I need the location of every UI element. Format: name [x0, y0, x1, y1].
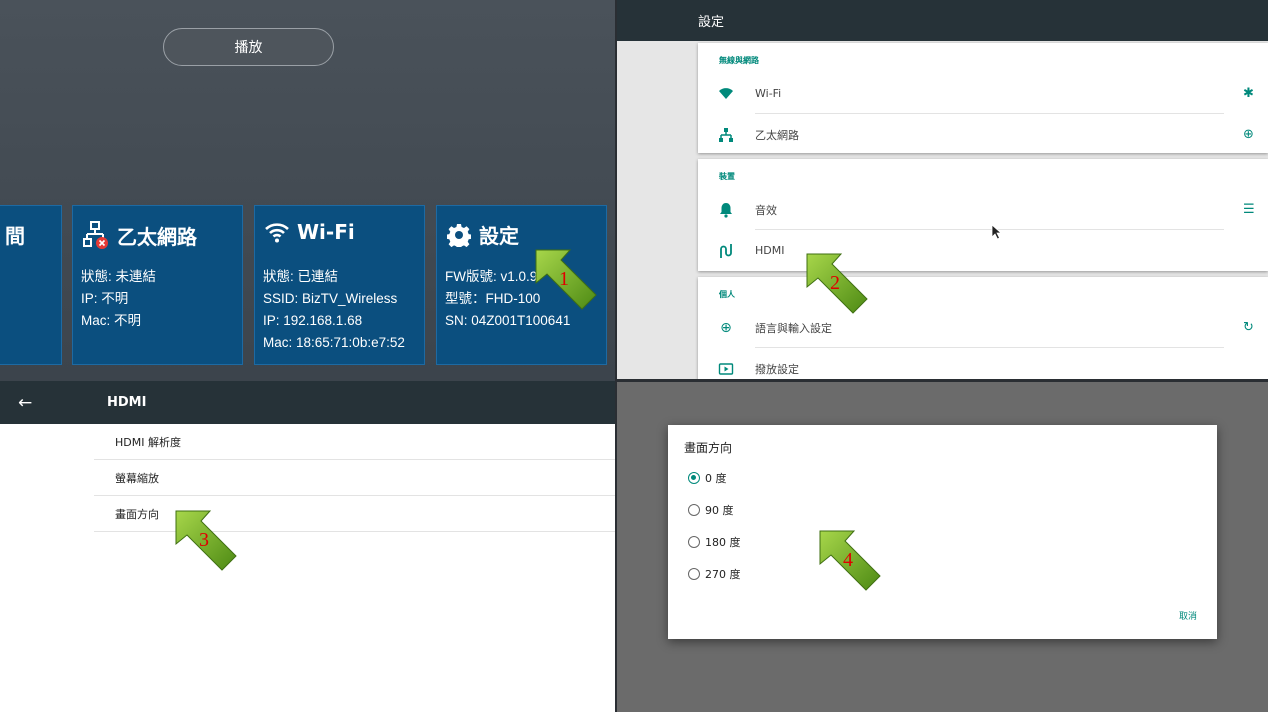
tile-wifi-info: 狀態: 已連結 SSID: BizTV_Wireless IP: 192.168… [263, 266, 405, 354]
play-button[interactable]: 播放 [163, 28, 334, 66]
annotation-number-2: 2 [830, 272, 840, 294]
globe-icon[interactable]: ⊕ [1243, 127, 1254, 142]
bluetooth-icon[interactable]: ✱ [1243, 86, 1254, 101]
section-device-header: 裝置 [719, 172, 735, 181]
ethernet-status: 狀態: 未連結 [81, 269, 157, 284]
hdmi-title: HDMI [107, 395, 147, 410]
annotation-number-1: 1 [559, 268, 569, 290]
radio-icon[interactable] [688, 504, 700, 516]
mouse-cursor-icon [991, 224, 1003, 240]
settings-item-language-label: 語言與輸入設定 [755, 321, 832, 335]
section-device: 裝置 音效 ☰ HDMI [698, 159, 1268, 271]
section-personal: 個人 ⊕ 語言與輸入設定 ↻ 撥放設定 [698, 277, 1268, 381]
tile-ethernet[interactable]: 乙太網路 狀態: 未連結 IP: 不明 Mac: 不明 [72, 205, 243, 365]
option-180[interactable]: 180 度 [688, 534, 741, 550]
settings-item-playback[interactable]: 撥放設定 [698, 348, 1268, 381]
ethernet-ip: IP: 不明 [81, 291, 129, 306]
option-90-label: 90 度 [705, 504, 734, 517]
wifi-status: 狀態: 已連結 [263, 269, 339, 284]
ethernet-mac: Mac: 不明 [81, 313, 142, 328]
radio-icon[interactable] [688, 568, 700, 580]
orientation-panel: 畫面方向 0 度 90 度 180 度 270 度 取消 [616, 381, 1268, 712]
settings-item-hdmi[interactable]: HDMI [698, 230, 1268, 271]
tile-ethernet-title: 乙太網路 [117, 224, 197, 249]
option-180-label: 180 度 [705, 536, 741, 549]
settings-sn: SN: 04Z001T100641 [445, 313, 571, 328]
wifi-signal-icon [719, 88, 733, 99]
settings-toolbar: 設定 [616, 0, 1268, 41]
wifi-ip: IP: 192.168.1.68 [263, 313, 363, 328]
tile-wifi-header: Wi-Fi [265, 220, 355, 244]
option-270[interactable]: 270 度 [688, 566, 741, 582]
orientation-dialog: 畫面方向 0 度 90 度 180 度 270 度 取消 [668, 425, 1217, 639]
play-icon [718, 363, 734, 375]
radio-icon[interactable] [688, 536, 700, 548]
settings-item-ethernet-label: 乙太網路 [755, 128, 799, 142]
annotation-number-4: 4 [843, 549, 853, 571]
wifi-ssid: SSID: BizTV_Wireless [263, 291, 398, 306]
annotation-arrow-4: 4 [818, 529, 882, 593]
section-personal-header: 個人 [719, 290, 735, 299]
horizontal-divider [616, 379, 1268, 382]
settings-item-sound[interactable]: 音效 ☰ [698, 189, 1268, 230]
option-0-label: 0 度 [705, 472, 727, 485]
settings-item-ethernet[interactable]: 乙太網路 ⊕ [698, 114, 1268, 155]
annotation-arrow-2: 2 [805, 252, 869, 316]
annotation-arrow-3: 3 [174, 509, 238, 573]
option-90[interactable]: 90 度 [688, 502, 734, 518]
settings-item-wifi[interactable]: Wi-Fi ✱ [698, 73, 1268, 114]
section-network-header: 無線與網路 [719, 56, 759, 65]
gear-icon [447, 223, 471, 247]
hdmi-toolbar: ← HDMI [0, 381, 616, 424]
cancel-button[interactable]: 取消 [1179, 609, 1197, 622]
vertical-divider [615, 0, 617, 712]
settings-title: 設定 [698, 15, 725, 30]
timer-icon[interactable]: ↻ [1243, 320, 1254, 335]
settings-item-wifi-label: Wi-Fi [755, 87, 782, 100]
settings-item-language[interactable]: ⊕ 語言與輸入設定 ↻ [698, 307, 1268, 348]
launcher-panel: 播放 間 乙太網路 狀態: 未連結 IP: 不明 Mac: 不明 Wi-Fi 狀… [0, 0, 616, 381]
list-icon[interactable]: ☰ [1243, 202, 1255, 217]
dialog-title: 畫面方向 [684, 441, 733, 455]
tile-wifi-title: Wi-Fi [297, 220, 355, 244]
hdmi-item-orientation[interactable]: 畫面方向 [94, 496, 616, 532]
tile-partial[interactable]: 間 [0, 205, 62, 365]
tile-settings-title: 設定 [479, 224, 519, 248]
annotation-number-3: 3 [199, 529, 209, 551]
tile-partial-title: 間 [5, 224, 25, 248]
hdmi-icon [720, 244, 732, 258]
hdmi-item-resolution[interactable]: HDMI 解析度 [94, 424, 616, 460]
language-icon: ⊕ [720, 320, 732, 336]
back-arrow-icon[interactable]: ← [18, 393, 32, 413]
settings-item-hdmi-label: HDMI [755, 244, 785, 257]
section-network: 無線與網路 Wi-Fi ✱ 乙太網路 ⊕ [698, 43, 1268, 153]
settings-item-playback-label: 撥放設定 [755, 362, 799, 376]
tile-wifi[interactable]: Wi-Fi 狀態: 已連結 SSID: BizTV_Wireless IP: 1… [254, 205, 425, 365]
wifi-icon [265, 223, 289, 243]
hdmi-panel: ← HDMI HDMI 解析度 螢幕縮放 畫面方向 [0, 381, 616, 712]
wifi-mac: Mac: 18:65:71:0b:e7:52 [263, 335, 405, 350]
annotation-arrow-1: 1 [534, 248, 598, 312]
settings-panel: 設定 無線與網路 Wi-Fi ✱ 乙太網路 ⊕ 裝置 音效 ☰ HDMI 個人 … [616, 0, 1268, 381]
tile-settings-header: 設定 [447, 220, 519, 249]
bell-icon [720, 203, 732, 218]
tile-ethernet-info: 狀態: 未連結 IP: 不明 Mac: 不明 [81, 266, 156, 332]
ethernet-disconnected-icon [83, 221, 108, 249]
hdmi-item-zoom[interactable]: 螢幕縮放 [94, 460, 616, 496]
settings-item-sound-label: 音效 [755, 203, 777, 217]
option-0[interactable]: 0 度 [688, 470, 727, 486]
radio-selected-icon[interactable] [688, 472, 700, 484]
network-icon [719, 128, 733, 142]
tile-ethernet-header: 乙太網路 [83, 220, 197, 250]
option-270-label: 270 度 [705, 568, 741, 581]
